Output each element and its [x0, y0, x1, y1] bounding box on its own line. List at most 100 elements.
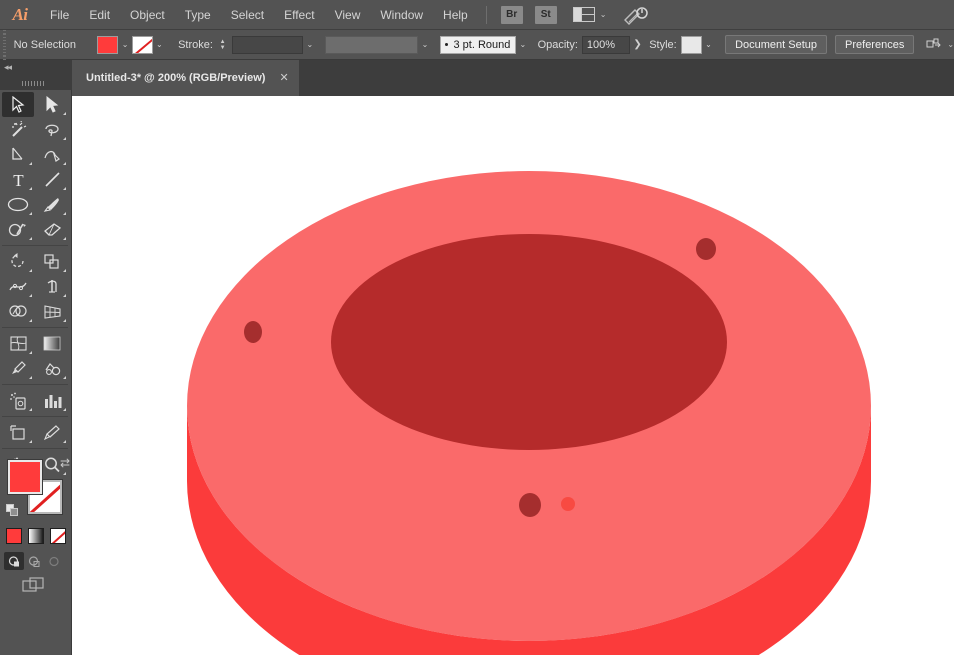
disc-inner-ellipse	[331, 234, 727, 450]
menu-divider	[486, 6, 487, 24]
draw-normal-button[interactable]	[4, 552, 24, 570]
eraser-tool[interactable]	[36, 217, 68, 242]
arrange-chevron-down-icon[interactable]: ⌄	[600, 10, 607, 19]
tool-divider	[2, 324, 68, 331]
toolbar-drag-grip[interactable]	[22, 81, 46, 86]
style-chevron-down-icon[interactable]: ⌄	[702, 36, 715, 54]
magic-wand-tool[interactable]	[2, 117, 34, 142]
stroke-chevron-down-icon[interactable]: ⌄	[153, 36, 166, 54]
detail-dot-bottom-bright	[561, 497, 575, 511]
document-tab[interactable]: Untitled-3* @ 200% (RGB/Preview) ✕	[72, 60, 299, 96]
detail-dot-bottom-dark	[519, 493, 541, 517]
stroke-profile-chevron-down-icon[interactable]: ⌄	[418, 36, 431, 54]
default-fill-stroke-icon[interactable]	[6, 504, 19, 517]
menu-window[interactable]: Window	[370, 0, 433, 30]
selection-tool[interactable]	[2, 92, 34, 117]
line-segment-tool[interactable]	[36, 167, 68, 192]
shaper-tool[interactable]	[2, 217, 34, 242]
launch-rocket-icon[interactable]	[622, 5, 648, 25]
collapse-panel-icon[interactable]: ◂◂	[4, 62, 11, 73]
rotate-tool[interactable]	[2, 249, 34, 274]
brush-definition-select[interactable]: 3 pt. Round	[440, 36, 517, 54]
menu-type[interactable]: Type	[175, 0, 221, 30]
type-tool[interactable]: T	[2, 167, 34, 192]
lasso-tool[interactable]	[36, 117, 68, 142]
graphic-style-swatch[interactable]	[681, 36, 702, 54]
menu-object[interactable]: Object	[120, 0, 175, 30]
brush-preview-icon	[445, 43, 448, 46]
stroke-color-swatch[interactable]	[132, 36, 153, 54]
bridge-button[interactable]: Br	[501, 6, 523, 24]
artwork-isometric-disc[interactable]	[72, 96, 954, 655]
free-transform-tool[interactable]	[36, 274, 68, 299]
align-to-selection-icon[interactable]	[926, 38, 942, 52]
brush-chevron-down-icon[interactable]: ⌄	[516, 36, 529, 54]
detail-dot-top-right	[696, 238, 716, 260]
detail-dot-left	[244, 321, 262, 343]
column-graph-tool[interactable]	[36, 388, 68, 413]
fill-swatch-toolbar[interactable]	[8, 460, 42, 494]
menu-bar: Ai File Edit Object Type Select Effect V…	[0, 0, 954, 30]
perspective-grid-tool[interactable]	[36, 299, 68, 324]
opacity-options-arrow-icon[interactable]: ❯	[630, 36, 645, 54]
menu-file[interactable]: File	[40, 0, 79, 30]
change-screen-mode-icon[interactable]	[22, 576, 46, 599]
eyedropper-tool[interactable]	[2, 356, 34, 381]
brush-definition-value: 3 pt. Round	[453, 39, 510, 51]
document-canvas[interactable]	[72, 96, 954, 655]
stroke-profile-input[interactable]	[325, 36, 419, 54]
menu-edit[interactable]: Edit	[79, 0, 120, 30]
paintbrush-tool[interactable]	[36, 192, 68, 217]
menu-effect[interactable]: Effect	[274, 0, 324, 30]
draw-behind-button[interactable]	[24, 552, 44, 570]
stroke-weight-label: Stroke:	[178, 39, 213, 51]
direct-selection-tool[interactable]	[36, 92, 68, 117]
swap-fill-stroke-icon[interactable]: ⇄	[60, 456, 70, 470]
color-mode-row	[6, 528, 66, 544]
close-icon[interactable]: ✕	[279, 73, 288, 84]
opacity-label: Opacity:	[538, 39, 578, 51]
style-label: Style:	[649, 39, 677, 51]
stroke-weight-input[interactable]	[232, 36, 303, 54]
selection-status: No Selection	[14, 39, 98, 51]
blend-tool[interactable]	[36, 356, 68, 381]
fill-chevron-down-icon[interactable]: ⌄	[118, 36, 131, 54]
app-logo-icon: Ai	[0, 0, 40, 30]
color-swatch-button[interactable]	[6, 528, 22, 544]
menu-select[interactable]: Select	[221, 0, 274, 30]
arrange-documents-icon[interactable]	[573, 7, 595, 22]
illustrator-window: Ai File Edit Object Type Select Effect V…	[0, 0, 954, 655]
document-tab-bar: ◂◂ Untitled-3* @ 200% (RGB/Preview) ✕	[0, 60, 954, 96]
scale-tool[interactable]	[36, 249, 68, 274]
align-chevron-down-icon[interactable]: ⌄	[947, 40, 954, 49]
menu-view[interactable]: View	[325, 0, 371, 30]
svg-text:T: T	[13, 171, 24, 188]
curvature-tool[interactable]	[36, 142, 68, 167]
opacity-input[interactable]: 100%	[582, 36, 630, 54]
width-tool[interactable]	[2, 274, 34, 299]
menu-help[interactable]: Help	[433, 0, 478, 30]
symbol-sprayer-tool[interactable]	[2, 388, 34, 413]
shape-builder-tool[interactable]	[2, 299, 34, 324]
draw-inside-button[interactable]	[44, 552, 64, 570]
stock-button[interactable]: St	[535, 6, 557, 24]
gradient-tool[interactable]	[36, 331, 68, 356]
control-bar-grip[interactable]	[0, 30, 8, 60]
artboard-tool[interactable]	[2, 420, 34, 445]
stroke-weight-chevron-down-icon[interactable]: ⌄	[303, 36, 316, 54]
tools-panel: T	[0, 90, 72, 655]
none-swatch-button[interactable]	[50, 528, 66, 544]
stroke-weight-stepper[interactable]: ▲▼	[217, 36, 228, 54]
preferences-button[interactable]: Preferences	[835, 35, 914, 54]
tool-divider	[2, 381, 68, 388]
fill-color-swatch[interactable]	[97, 36, 118, 54]
tool-divider	[2, 413, 68, 420]
slice-tool[interactable]	[36, 420, 68, 445]
document-setup-button[interactable]: Document Setup	[725, 35, 827, 54]
tool-divider	[2, 242, 68, 249]
gradient-swatch-button[interactable]	[28, 528, 44, 544]
ellipse-tool[interactable]	[2, 192, 34, 217]
pen-tool[interactable]	[2, 142, 34, 167]
draw-mode-row	[4, 552, 64, 570]
mesh-tool[interactable]	[2, 331, 34, 356]
